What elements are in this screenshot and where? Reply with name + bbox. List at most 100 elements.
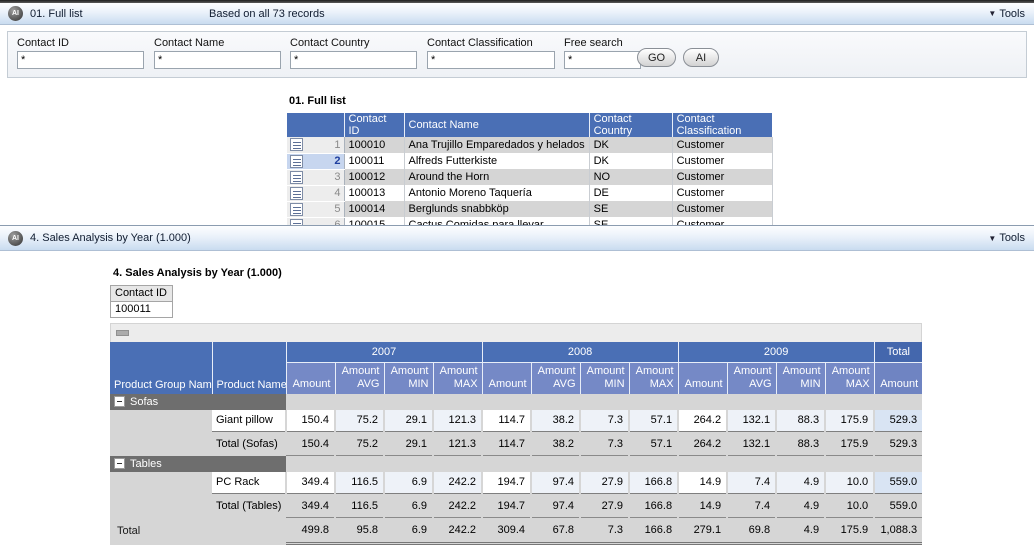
pivot-value-cell: 132.1 xyxy=(727,410,776,432)
measure-header: Amount MIN xyxy=(384,362,433,394)
panel2-tools-menu[interactable]: ▼ Tools xyxy=(988,232,1025,244)
group-row-fill xyxy=(286,456,922,472)
grand-total-value: 499.8 xyxy=(286,518,335,544)
pivot-value-cell: 97.4 xyxy=(531,472,580,494)
pivot-value-cell: 38.2 xyxy=(531,410,580,432)
subtotal-value: 166.8 xyxy=(629,494,678,518)
param-value: 100011 xyxy=(111,302,173,318)
table-row[interactable]: 4 100013 Antonio Moreno Taquería DE Cust… xyxy=(287,185,772,201)
table-row[interactable]: 1 100010 Ana Trujillo Emparedados y hela… xyxy=(287,137,772,153)
total-group-header: Total xyxy=(874,342,922,362)
table-row[interactable]: 3 100012 Around the Horn NO Customer xyxy=(287,169,772,185)
col-header-contact-name[interactable]: Contact Name xyxy=(404,113,589,137)
grand-total-value: 6.9 xyxy=(384,518,433,544)
panel1-records-info: Based on all 73 records xyxy=(209,8,325,20)
rowhead-product-name: Product Name xyxy=(212,342,286,394)
filter-contact-country: Contact Country xyxy=(290,37,417,69)
subtotal-label: Total (Tables) xyxy=(212,494,286,518)
col-header-contact-classification[interactable]: Contact Classification xyxy=(672,113,772,137)
param-label: Contact ID xyxy=(111,286,173,302)
cell-contact-id: 100014 xyxy=(344,201,404,217)
pivot-value-cell: 121.3 xyxy=(433,410,482,432)
subtotal-value: 121.3 xyxy=(433,432,482,456)
grand-total-label: Total xyxy=(110,518,286,544)
pivot-table: Product Group Name Product Name 2007 200… xyxy=(110,342,922,545)
free-search-input[interactable] xyxy=(564,51,641,69)
subtotal-value: 10.0 xyxy=(825,494,874,518)
pivot-value-cell: 175.9 xyxy=(825,410,874,432)
tools-label: Tools xyxy=(999,8,1025,20)
pivot-value-cell: 27.9 xyxy=(580,472,629,494)
subtotal-value: 6.9 xyxy=(384,494,433,518)
pivot-table-container: Product Group Name Product Name 2007 200… xyxy=(110,323,922,545)
chevron-down-icon: ▼ xyxy=(988,9,996,18)
pivot-year-header-row: Product Group Name Product Name 2007 200… xyxy=(110,342,922,362)
subtotal-value: 175.9 xyxy=(825,432,874,456)
table-row[interactable]: 5 100014 Berglunds snabbköp SE Customer xyxy=(287,201,772,217)
filter-contact-country-input[interactable] xyxy=(290,51,417,69)
cell-classification: Customer xyxy=(672,137,772,153)
ai-button[interactable]: AI xyxy=(683,48,719,67)
gutter-header xyxy=(287,113,344,137)
year-header-2008: 2008 xyxy=(482,342,678,362)
pivot-value-cell: 14.9 xyxy=(678,472,727,494)
subtotal-total-value: 529.3 xyxy=(874,432,922,456)
measure-header: Amount AVG xyxy=(335,362,384,394)
row-detail-icon[interactable] xyxy=(290,155,303,168)
window-top-edge xyxy=(0,0,1034,3)
contacts-table-header-row: Contact ID Contact Name Contact Country … xyxy=(287,113,772,137)
pivot-minimize-icon[interactable] xyxy=(116,330,129,336)
row-number: 1 xyxy=(334,139,340,151)
chevron-down-icon: ▼ xyxy=(988,234,996,243)
pivot-value-cell: 88.3 xyxy=(776,410,825,432)
go-button[interactable]: GO xyxy=(637,48,676,67)
subtotal-value: 38.2 xyxy=(531,432,580,456)
grand-total-value: 7.3 xyxy=(580,518,629,544)
pivot-product-row: PC Rack 349.4 116.5 6.9 242.2 194.7 97.4… xyxy=(110,472,922,494)
subtotal-value: 194.7 xyxy=(482,494,531,518)
pivot-value-cell: 29.1 xyxy=(384,410,433,432)
filter-contact-name-input[interactable] xyxy=(154,51,281,69)
collapse-group-icon[interactable] xyxy=(114,396,125,407)
cell-contact-id: 100011 xyxy=(344,153,404,169)
subtotal-value: 27.9 xyxy=(580,494,629,518)
panel2-title: 4. Sales Analysis by Year (1.000) xyxy=(30,232,191,244)
grand-total-value: 67.8 xyxy=(531,518,580,544)
grand-total-value: 69.8 xyxy=(727,518,776,544)
year-header-2007: 2007 xyxy=(286,342,482,362)
row-detail-icon[interactable] xyxy=(290,187,303,200)
cell-contact-name: Cactus Comidas para llevar xyxy=(404,217,589,225)
cell-contact-id: 100015 xyxy=(344,217,404,225)
measure-header: Amount MAX xyxy=(629,362,678,394)
pivot-grand-total-row: Total 499.8 95.8 6.9 242.2 309.4 67.8 7.… xyxy=(110,518,922,544)
filter-contact-classification-input[interactable] xyxy=(427,51,555,69)
measure-header: Amount xyxy=(482,362,531,394)
row-detail-icon[interactable] xyxy=(290,138,303,151)
subtotal-value: 88.3 xyxy=(776,432,825,456)
row-detail-icon[interactable] xyxy=(290,171,303,184)
subtotal-value: 132.1 xyxy=(727,432,776,456)
pivot-value-cell: 10.0 xyxy=(825,472,874,494)
filter-contact-id-input[interactable] xyxy=(17,51,144,69)
table-row-selected[interactable]: 2 100011 Alfreds Futterkiste DK Customer xyxy=(287,153,772,169)
pivot-top-strip xyxy=(110,323,922,342)
grand-total-total-value: 1,088.3 xyxy=(874,518,922,544)
subtotal-value: 264.2 xyxy=(678,432,727,456)
col-header-contact-id[interactable]: Contact ID xyxy=(344,113,404,137)
app-logo-icon: AI xyxy=(8,231,23,246)
col-header-contact-country[interactable]: Contact Country xyxy=(589,113,672,137)
group-row-tables: Tables xyxy=(110,456,922,472)
panel1-tools-menu[interactable]: ▼ Tools xyxy=(988,8,1025,20)
pivot-value-cell: 4.9 xyxy=(776,472,825,494)
filter-panel: Contact ID Contact Name Contact Country … xyxy=(7,31,1027,78)
pivot-value-cell: 57.1 xyxy=(629,410,678,432)
table-title: 01. Full list xyxy=(289,95,346,107)
table-row[interactable]: 6 100015 Cactus Comidas para llevar SE C… xyxy=(287,217,772,225)
group-name: Sofas xyxy=(130,396,158,408)
group-name: Tables xyxy=(130,458,162,470)
pivot-value-cell: 264.2 xyxy=(678,410,727,432)
row-number: 3 xyxy=(334,171,340,183)
collapse-group-icon[interactable] xyxy=(114,458,125,469)
pivot-value-cell: 114.7 xyxy=(482,410,531,432)
row-detail-icon[interactable] xyxy=(290,203,303,216)
